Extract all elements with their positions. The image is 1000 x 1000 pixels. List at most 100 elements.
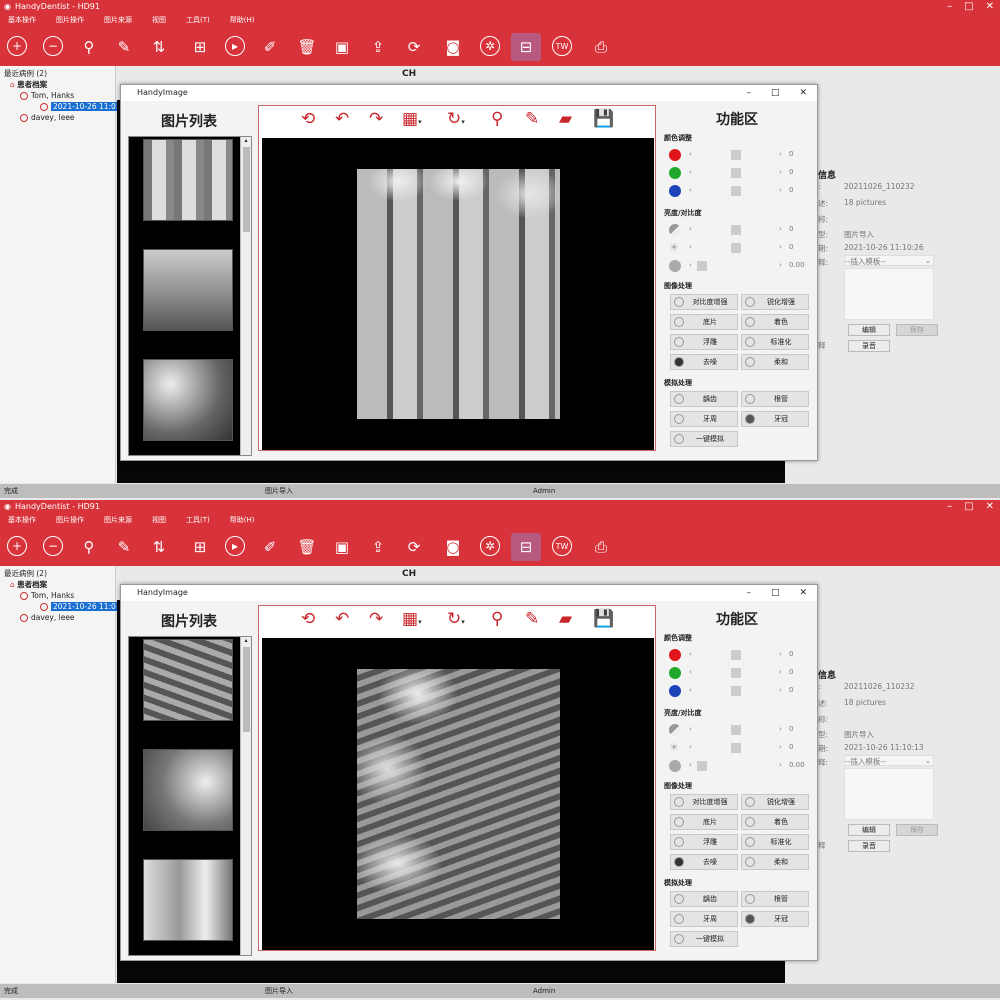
contrast-enhance-button[interactable]: 对比度增强 <box>670 294 738 310</box>
maximize-button[interactable]: □ <box>964 1 973 12</box>
crown-button[interactable]: 牙冠 <box>741 911 809 927</box>
emboss-button[interactable]: 浮雕 <box>670 834 738 850</box>
image-viewport[interactable] <box>262 638 654 950</box>
search-icon[interactable]: ⚲ <box>78 536 100 558</box>
refresh-icon[interactable]: ⟳ <box>403 36 425 58</box>
dialog-close-button[interactable]: ✕ <box>799 585 807 601</box>
minimize-button[interactable]: – <box>947 1 952 12</box>
image-icon[interactable]: ▣ <box>331 36 353 58</box>
scan-icon[interactable]: ⊟ <box>511 533 541 561</box>
image-list-scrollbar[interactable]: ▴ <box>240 637 251 955</box>
slider-handle[interactable] <box>731 150 741 160</box>
record-name-field[interactable]: 20211026_110232 <box>844 682 915 691</box>
save-button[interactable]: 保存 <box>896 324 938 336</box>
edit-icon[interactable]: ✐ <box>259 536 281 558</box>
redo-icon[interactable]: ↷ <box>369 609 383 629</box>
green-slider[interactable]: ‹ › 0 <box>669 167 809 179</box>
slider-handle[interactable] <box>697 761 707 771</box>
red-slider[interactable]: ‹ › 0 <box>669 149 809 161</box>
undo-icon[interactable]: ↶ <box>335 109 349 129</box>
redo-icon[interactable]: ↷ <box>369 109 383 129</box>
image-thumbnail[interactable] <box>143 859 233 941</box>
tw-icon[interactable]: TW <box>552 36 572 56</box>
image-thumbnail[interactable] <box>143 139 233 221</box>
image-list-scrollbar[interactable]: ▴ <box>240 137 251 455</box>
one-click-simulate-button[interactable]: 一键模拟 <box>670 931 738 947</box>
edit-button[interactable]: 编辑 <box>848 824 890 836</box>
brush-icon[interactable]: ✎ <box>525 609 539 629</box>
tree-patient-2[interactable]: davey, leee <box>4 112 111 123</box>
crown-button[interactable]: 牙冠 <box>741 411 809 427</box>
menu-help[interactable]: 帮助(H) <box>230 15 255 25</box>
camera-icon[interactable]: ◙ <box>442 36 464 58</box>
record-desc-field[interactable]: 18 pictures <box>844 698 886 707</box>
dental-xray-image[interactable] <box>357 669 560 919</box>
one-click-simulate-button[interactable]: 一键模拟 <box>670 431 738 447</box>
tree-patient-1[interactable]: Tom, Hanks <box>4 90 111 101</box>
pencil-icon[interactable]: ✎ <box>113 536 135 558</box>
pencil-icon[interactable]: ✎ <box>113 36 135 58</box>
scrollbar-thumb[interactable] <box>243 147 250 232</box>
grid-icon[interactable]: ⊞ <box>189 536 211 558</box>
minimize-button[interactable]: – <box>947 501 952 512</box>
play-icon[interactable]: ▸ <box>225 536 245 556</box>
colorize-button[interactable]: 着色 <box>741 814 809 830</box>
menu-tools[interactable]: 工具(T) <box>186 515 210 525</box>
root-canal-button[interactable]: 根管 <box>741 891 809 907</box>
image-thumbnail[interactable] <box>143 639 233 721</box>
tree-patient-1[interactable]: Tom, Hanks <box>4 590 111 601</box>
brightness-slider[interactable]: ☀ ‹ › 0 <box>669 742 809 754</box>
image-list[interactable]: ▴ <box>128 636 252 956</box>
slider-handle[interactable] <box>731 243 741 253</box>
scroll-up-icon[interactable]: ▴ <box>244 637 247 644</box>
maximize-button[interactable]: □ <box>964 501 973 512</box>
template-select[interactable]: --插入模板-- ⌄ <box>844 255 934 266</box>
menu-tools[interactable]: 工具(T) <box>186 15 210 25</box>
export-icon[interactable]: ⇪ <box>367 536 389 558</box>
gamma-slider[interactable]: ‹ › 0.00 <box>669 260 809 272</box>
root-canal-button[interactable]: 根管 <box>741 391 809 407</box>
image-thumbnail[interactable] <box>143 249 233 331</box>
notes-textarea[interactable] <box>844 768 934 820</box>
zoom-icon[interactable]: ⚲ <box>491 109 503 129</box>
add-icon[interactable]: + <box>7 36 27 56</box>
record-date-field[interactable]: 2021-10-26 11:10:13 <box>844 743 924 752</box>
contrast-slider[interactable]: ‹ › 0 <box>669 724 809 736</box>
red-slider[interactable]: ‹ › 0 <box>669 649 809 661</box>
slider-handle[interactable] <box>731 743 741 753</box>
refresh-icon[interactable]: ⟳ <box>403 536 425 558</box>
slider-handle[interactable] <box>731 668 741 678</box>
soften-button[interactable]: 柔和 <box>741 354 809 370</box>
rotate-icon[interactable]: ↻▾ <box>447 109 465 129</box>
layout-grid-icon[interactable]: ▦▾ <box>402 609 422 629</box>
reset-icon[interactable]: ⟲ <box>301 109 315 129</box>
record-desc-field[interactable]: 18 pictures <box>844 198 886 207</box>
image-viewport[interactable] <box>262 138 654 450</box>
normalize-button[interactable]: 标准化 <box>741 334 809 350</box>
sharpen-button[interactable]: 锐化增强 <box>741 294 809 310</box>
rotate-icon[interactable]: ↻▾ <box>447 609 465 629</box>
recent-cases[interactable]: 最近病例 (2) <box>4 568 111 579</box>
blue-slider[interactable]: ‹ › 0 <box>669 185 809 197</box>
save-image-icon[interactable]: 💾 <box>593 109 614 129</box>
edit-button[interactable]: 编辑 <box>848 324 890 336</box>
periodontal-button[interactable]: 牙周 <box>670 911 738 927</box>
gamma-slider[interactable]: ‹ › 0.00 <box>669 760 809 772</box>
brush-icon[interactable]: ✎ <box>525 109 539 129</box>
tree-patient-2[interactable]: davey, leee <box>4 612 111 623</box>
reset-icon[interactable]: ⟲ <box>301 609 315 629</box>
scrollbar-thumb[interactable] <box>243 647 250 732</box>
tw-icon[interactable]: TW <box>552 536 572 556</box>
slider-handle[interactable] <box>731 225 741 235</box>
periodontal-button[interactable]: 牙周 <box>670 411 738 427</box>
record-audio-button[interactable]: 录音 <box>848 340 890 352</box>
close-button[interactable]: ✕ <box>986 1 994 12</box>
denoise-button[interactable]: 去噪 <box>670 854 738 870</box>
brightness-slider[interactable]: ☀ ‹ › 0 <box>669 242 809 254</box>
image-thumbnail[interactable] <box>143 749 233 831</box>
menu-image[interactable]: 图片操作 <box>56 15 84 25</box>
save-image-icon[interactable]: 💾 <box>593 609 614 629</box>
aperture-icon[interactable]: ✲ <box>480 536 500 556</box>
image-icon[interactable]: ▣ <box>331 536 353 558</box>
scroll-up-icon[interactable]: ▴ <box>244 137 247 144</box>
